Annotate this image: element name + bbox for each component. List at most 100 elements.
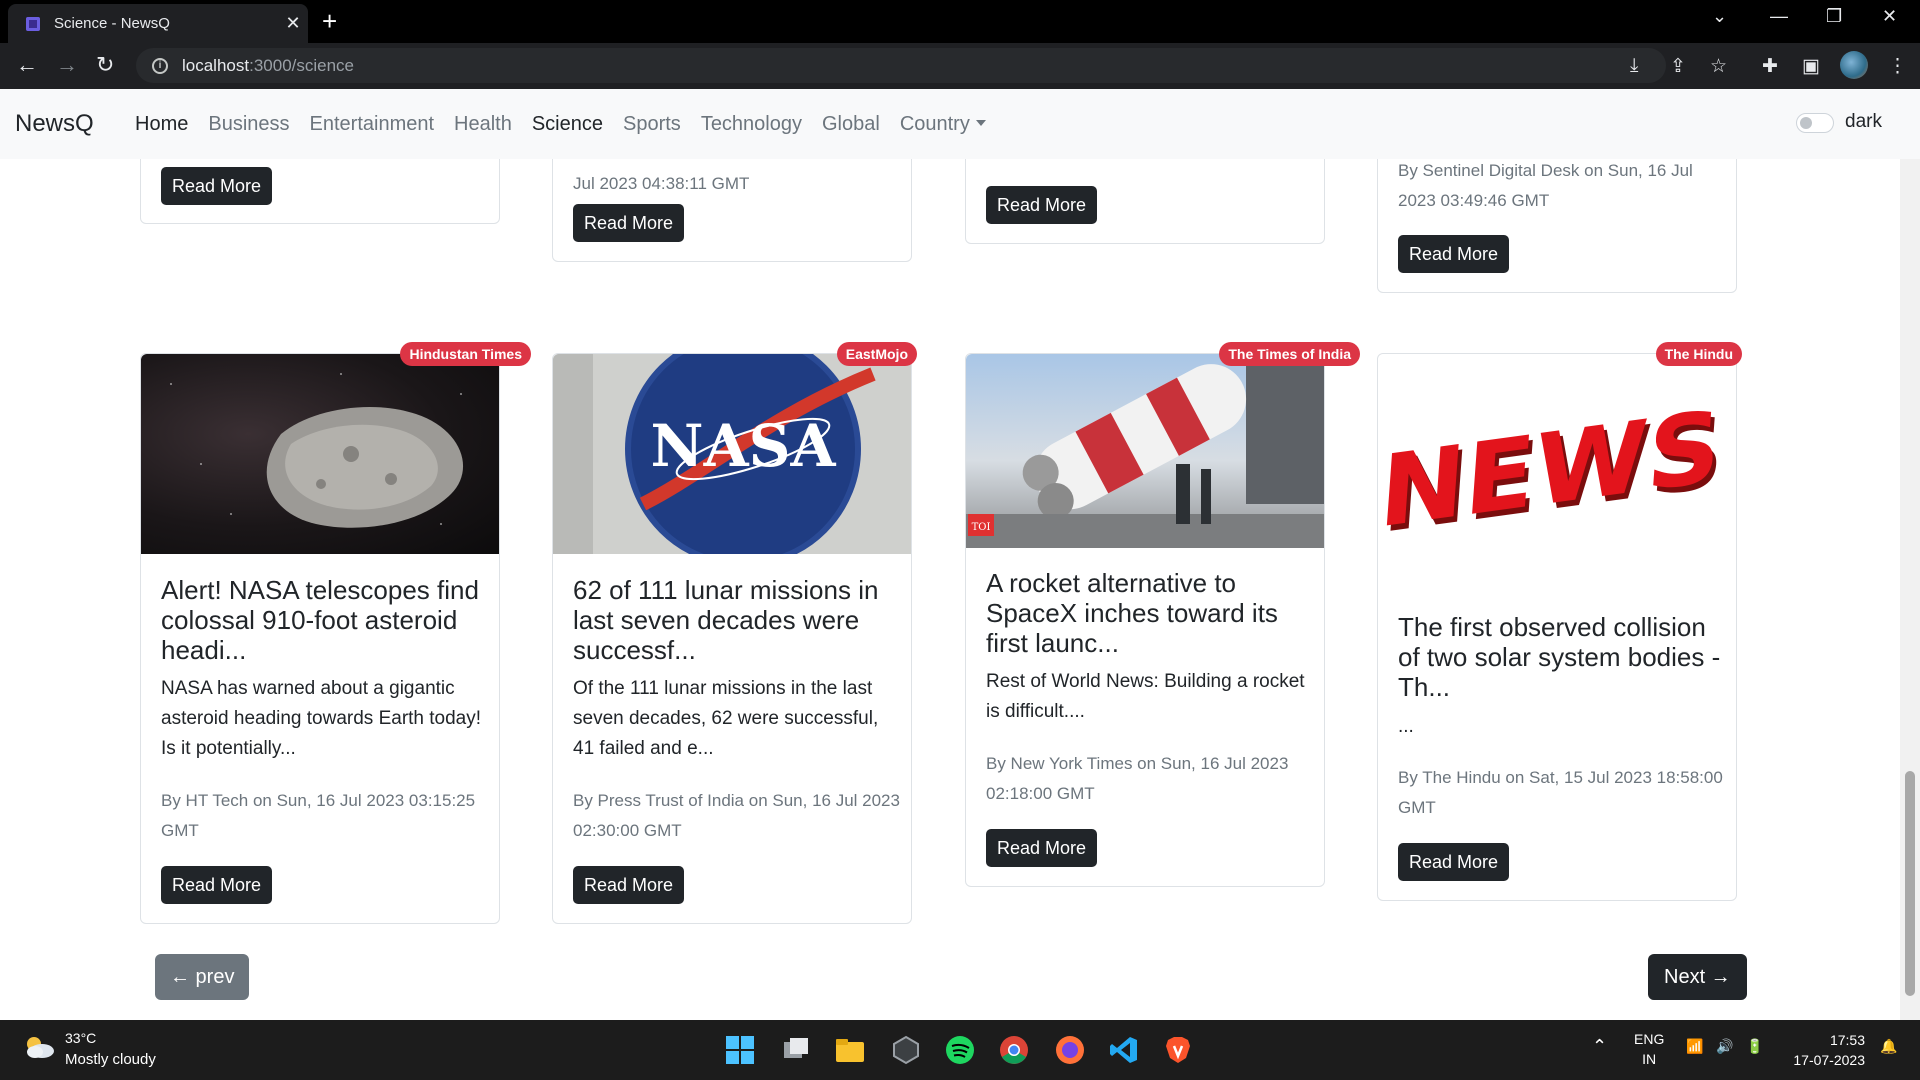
nav-entertainment[interactable]: Entertainment	[300, 113, 445, 136]
wifi-icon[interactable]: 📶	[1686, 1038, 1703, 1055]
source-badge: EastMojo	[836, 342, 917, 366]
read-more-button[interactable]: Read More	[1398, 843, 1510, 881]
scrollbar-thumb[interactable]	[1905, 771, 1915, 996]
browser-tab[interactable]: Science - NewsQ ✕	[8, 4, 308, 43]
restore-icon[interactable]: ❐	[1826, 6, 1842, 27]
region-label: IN	[1642, 1051, 1657, 1067]
nav-country-dropdown[interactable]: Country	[890, 113, 996, 136]
news-card: NEWS NEWS The Hindu The first observed c…	[1377, 342, 1742, 901]
weather-description: Mostly cloudy	[65, 1051, 156, 1068]
extensions-icon[interactable]: ✚	[1762, 55, 1778, 78]
dark-mode-toggle[interactable]	[1796, 113, 1834, 133]
system-clock[interactable]: 17:53 17-07-2023	[1783, 1030, 1865, 1070]
card-description: Of the 111 lunar missions in the last se…	[573, 678, 879, 759]
prev-page-button[interactable]: ← prev	[155, 954, 250, 1000]
browser-titlebar: Science - NewsQ ✕ + ⌄ — ❐ ✕	[0, 0, 1920, 43]
read-more-button[interactable]: Read More	[986, 186, 1098, 224]
url-host: localhost	[182, 55, 250, 75]
source-badge: Hindustan Times	[400, 342, 531, 366]
cloud-weather-icon[interactable]	[22, 1034, 56, 1060]
firefox-icon[interactable]	[1054, 1034, 1086, 1066]
card-title: The first observed collision of two sola…	[1398, 612, 1721, 702]
asteroid-image	[170, 373, 464, 528]
address-bar[interactable]: i localhost:3000/science	[136, 48, 1666, 83]
close-window-icon[interactable]: ✕	[1882, 6, 1897, 27]
site-favicon-icon	[26, 16, 40, 31]
card-image: TOI	[966, 354, 1324, 548]
read-more-button[interactable]: Read More	[161, 167, 273, 205]
tab-close-icon[interactable]: ✕	[278, 13, 308, 34]
next-page-button[interactable]: Next →	[1648, 954, 1747, 1000]
site-info-icon[interactable]: i	[152, 57, 168, 74]
nav-links: Home Business Entertainment Health Scien…	[125, 113, 996, 136]
side-panel-icon[interactable]: ▣	[1802, 55, 1820, 78]
minimize-icon[interactable]: —	[1770, 6, 1788, 27]
card-meta: By Press Trust of India on Sun, 16 Jul 2…	[573, 791, 900, 840]
nav-home[interactable]: Home	[125, 113, 198, 136]
task-view-icon[interactable]	[780, 1034, 812, 1066]
nav-sports[interactable]: Sports	[613, 113, 691, 136]
read-more-button[interactable]: Read More	[573, 204, 685, 242]
bookmark-star-icon[interactable]: ☆	[1710, 55, 1727, 78]
news-card: NASA EastMojo 62 of 111 lunar missions i…	[552, 342, 917, 924]
nav-health[interactable]: Health	[444, 113, 522, 136]
windows-start-icon[interactable]	[724, 1034, 756, 1066]
nav-science[interactable]: Science	[522, 113, 613, 136]
read-more-button[interactable]: Read More	[1398, 235, 1510, 273]
svg-text:NASA: NASA	[651, 412, 837, 480]
card-meta: Jul 2023 04:38:11 GMT	[573, 174, 750, 193]
nav-technology[interactable]: Technology	[691, 113, 812, 136]
spotify-icon[interactable]	[944, 1034, 976, 1066]
profile-avatar[interactable]	[1840, 51, 1868, 79]
news-card: Hindustan Times Alert! NASA telescopes f…	[140, 342, 531, 924]
back-icon[interactable]: ←	[16, 53, 38, 77]
brave-browser-icon[interactable]	[1162, 1034, 1194, 1066]
nav-business[interactable]: Business	[198, 113, 299, 136]
volume-icon[interactable]: 🔊	[1716, 1038, 1733, 1055]
card-title: A rocket alternative to SpaceX inches to…	[986, 568, 1278, 658]
url-path: :3000/science	[249, 55, 355, 75]
forward-icon[interactable]: →	[56, 53, 78, 77]
card-meta: By New York Times on Sun, 16 Jul 2023 02…	[986, 754, 1289, 803]
app-hexagon-icon[interactable]	[890, 1034, 922, 1066]
dark-mode-label: dark	[1845, 111, 1882, 132]
read-more-button[interactable]: Read More	[573, 866, 685, 904]
tab-search-icon[interactable]: ⌄	[1712, 6, 1727, 27]
card-meta: By Sentinel Digital Desk on Sun, 16 Jul …	[1398, 161, 1693, 210]
vscode-icon[interactable]	[1108, 1034, 1140, 1066]
weather-temperature: 33°C	[65, 1030, 97, 1046]
language-indicator[interactable]: ENG IN	[1634, 1029, 1664, 1069]
battery-icon[interactable]: 🔋	[1746, 1038, 1763, 1055]
read-more-button[interactable]: Read More	[986, 829, 1098, 867]
news-graphic-image: NEWS NEWS	[1378, 388, 1729, 555]
clock-date: 17-07-2023	[1793, 1052, 1865, 1068]
menu-kebab-icon[interactable]: ⋮	[1888, 55, 1907, 78]
card-description: NASA has warned about a gigantic asteroi…	[161, 678, 482, 759]
card-title: Alert! NASA telescopes find colossal 910…	[161, 575, 479, 665]
new-tab-button[interactable]: +	[322, 6, 337, 36]
source-badge: The Hindu	[1655, 342, 1742, 366]
show-hidden-icons-icon[interactable]: ⌃	[1592, 1036, 1607, 1057]
notification-bell-icon[interactable]: 🔔	[1880, 1038, 1897, 1055]
share-icon[interactable]: ⇪	[1670, 55, 1686, 78]
file-explorer-icon[interactable]	[834, 1034, 866, 1066]
install-app-icon[interactable]: ⤓	[1630, 55, 1638, 77]
reload-icon[interactable]: ↻	[96, 53, 114, 77]
svg-text:TOI: TOI	[972, 522, 991, 533]
card-image: NASA	[553, 354, 911, 554]
source-badge: The Times of India	[1219, 342, 1360, 366]
nav-global[interactable]: Global	[812, 113, 890, 136]
windows-taskbar: 33°C Mostly cloudy ⌃ ENG IN 📶 🔊 🔋 17:53 …	[0, 1020, 1920, 1080]
app-navbar: NewsQ Home Business Entertainment Health…	[0, 89, 1920, 159]
read-more-button[interactable]: Read More	[161, 866, 273, 904]
card-meta: By HT Tech on Sun, 16 Jul 2023 03:15:25 …	[161, 791, 476, 840]
page-scrollbar[interactable]	[1900, 159, 1920, 1020]
svg-text:NEWS: NEWS	[1378, 388, 1725, 550]
chrome-icon[interactable]	[998, 1034, 1030, 1066]
card-image: NEWS NEWS	[1378, 354, 1736, 574]
brand-logo[interactable]: NewsQ	[15, 110, 94, 138]
browser-toolbar: ← → ↻ i localhost:3000/science ⤓ ⇪ ☆ ✚ ▣…	[0, 43, 1920, 89]
news-card: TOI The Times of India A rocket alternat…	[965, 342, 1360, 887]
rocket-image: TOI	[966, 354, 1324, 548]
card-description: Rest of World News: Building a rocket is…	[986, 671, 1305, 722]
